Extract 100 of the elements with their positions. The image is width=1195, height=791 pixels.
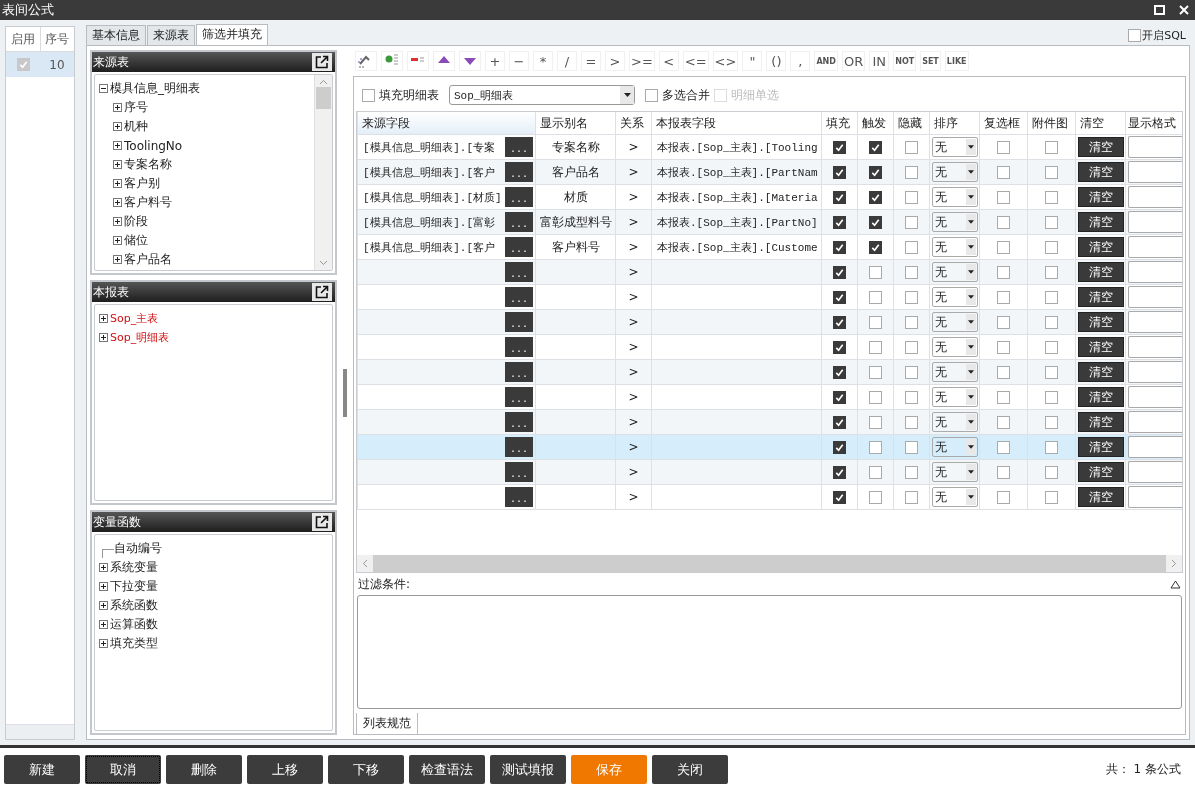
operator-button[interactable]: + [485,51,505,71]
caret-icon[interactable] [968,320,974,324]
format-field[interactable] [1128,261,1182,283]
browse-button[interactable]: ... [505,187,533,207]
operator-button[interactable]: * [533,51,553,71]
caret-icon[interactable] [968,145,974,149]
tree-item[interactable]: 序号 [124,99,148,116]
action-button[interactable]: 删除 [166,755,242,784]
tree-item[interactable]: 机种 [124,118,148,135]
fill-checkbox[interactable] [833,265,846,279]
trigger-checkbox[interactable] [869,240,882,254]
action-button[interactable]: 下移 [328,755,404,784]
format-field[interactable] [1128,161,1182,183]
scrollbar[interactable] [314,75,332,270]
operator-button[interactable]: <= [682,51,709,71]
attachment-checkbox[interactable] [1045,415,1058,429]
tree-item[interactable]: 阶段 [124,213,148,230]
hidden-checkbox[interactable] [905,390,918,404]
operator-button[interactable]: NOT [893,51,917,71]
operator-button[interactable]: / [557,51,577,71]
attachment-checkbox[interactable] [1045,190,1058,204]
fill-checkbox[interactable] [833,240,846,254]
popout-icon[interactable] [312,53,332,71]
expand-icon[interactable] [113,103,122,112]
caret-icon[interactable] [968,295,974,299]
trigger-checkbox[interactable] [869,265,882,279]
expand-icon[interactable] [99,639,108,648]
trigger-checkbox[interactable] [869,290,882,304]
tree-item[interactable]: 填充类型 [110,635,158,652]
operator-button[interactable]: AND [814,51,838,71]
checkbox-checkbox[interactable] [997,190,1010,204]
hidden-checkbox[interactable] [905,290,918,304]
clear-button[interactable]: 清空 [1078,212,1124,232]
operator-button[interactable]: , [790,51,811,71]
browse-button[interactable]: ... [505,262,533,282]
action-button[interactable]: 上移 [247,755,323,784]
fill-checkbox[interactable] [833,190,846,204]
caret-icon[interactable] [968,495,974,499]
expand-icon[interactable] [113,255,122,264]
attachment-checkbox[interactable] [1045,140,1058,154]
clear-button[interactable]: 清空 [1078,312,1124,332]
sort-dropdown[interactable]: 无 [932,287,978,307]
sort-dropdown[interactable]: 无 [932,312,978,332]
sort-dropdown[interactable]: 无 [932,212,978,232]
trigger-checkbox[interactable] [869,315,882,329]
sort-dropdown[interactable]: 无 [932,187,978,207]
close-icon[interactable] [1179,5,1189,15]
clear-button[interactable]: 清空 [1078,462,1124,482]
checkbox-checkbox[interactable] [997,315,1010,329]
sort-dropdown[interactable]: 无 [932,237,978,257]
merge-checkbox[interactable] [645,88,658,102]
action-button[interactable]: 测试填报 [490,755,566,784]
caret-icon[interactable] [968,420,974,424]
hidden-checkbox[interactable] [905,365,918,379]
hidden-checkbox[interactable] [905,265,918,279]
tree-item[interactable]: 模具信息_明细表 [110,80,200,97]
tree-item[interactable]: 自动编号 [114,540,162,557]
operator-button[interactable]: >= [629,51,655,71]
hidden-checkbox[interactable] [905,215,918,229]
checkbox-checkbox[interactable] [997,215,1010,229]
format-field[interactable] [1128,436,1182,458]
tree-item[interactable]: ToolingNo [124,138,183,153]
hidden-checkbox[interactable] [905,490,918,504]
trigger-checkbox[interactable] [869,465,882,479]
checkbox-checkbox[interactable] [997,240,1010,254]
fill-checkbox[interactable] [833,390,846,404]
scroll-left-icon[interactable] [362,559,368,568]
scroll-thumb[interactable] [316,87,331,109]
expand-icon[interactable] [99,314,108,323]
format-field[interactable] [1128,461,1182,483]
expand-icon[interactable] [99,333,108,342]
caret-icon[interactable] [968,445,974,449]
checkbox-checkbox[interactable] [997,165,1010,179]
attachment-checkbox[interactable] [1045,440,1058,454]
attachment-checkbox[interactable] [1045,340,1058,354]
clear-button[interactable]: 清空 [1078,287,1124,307]
splitter-handle[interactable] [343,368,347,417]
scroll-up-icon[interactable] [319,79,328,85]
sort-dropdown[interactable]: 无 [932,387,978,407]
clear-button[interactable]: 清空 [1078,362,1124,382]
checkbox-checkbox[interactable] [997,290,1010,304]
browse-button[interactable]: ... [505,362,533,382]
move-down-icon[interactable] [459,51,481,71]
sort-dropdown[interactable]: 无 [932,337,978,357]
expand-icon[interactable] [99,563,108,572]
caret-icon[interactable] [623,93,631,97]
hidden-checkbox[interactable] [905,340,918,354]
trigger-checkbox[interactable] [869,340,882,354]
operator-button[interactable]: < [658,51,679,71]
checkbox-checkbox[interactable] [997,265,1010,279]
expand-icon[interactable] [99,601,108,610]
fill-checkbox[interactable] [833,290,846,304]
trigger-checkbox[interactable] [869,140,882,154]
tree-item[interactable]: 运算函数 [110,616,158,633]
browse-button[interactable]: ... [505,312,533,332]
operator-button[interactable]: () [766,51,787,71]
tree-item[interactable]: 储位 [124,232,148,249]
table-dropdown[interactable]: Sop_明细表 [449,85,635,105]
sort-dropdown[interactable]: 无 [932,437,978,457]
hidden-checkbox[interactable] [905,440,918,454]
